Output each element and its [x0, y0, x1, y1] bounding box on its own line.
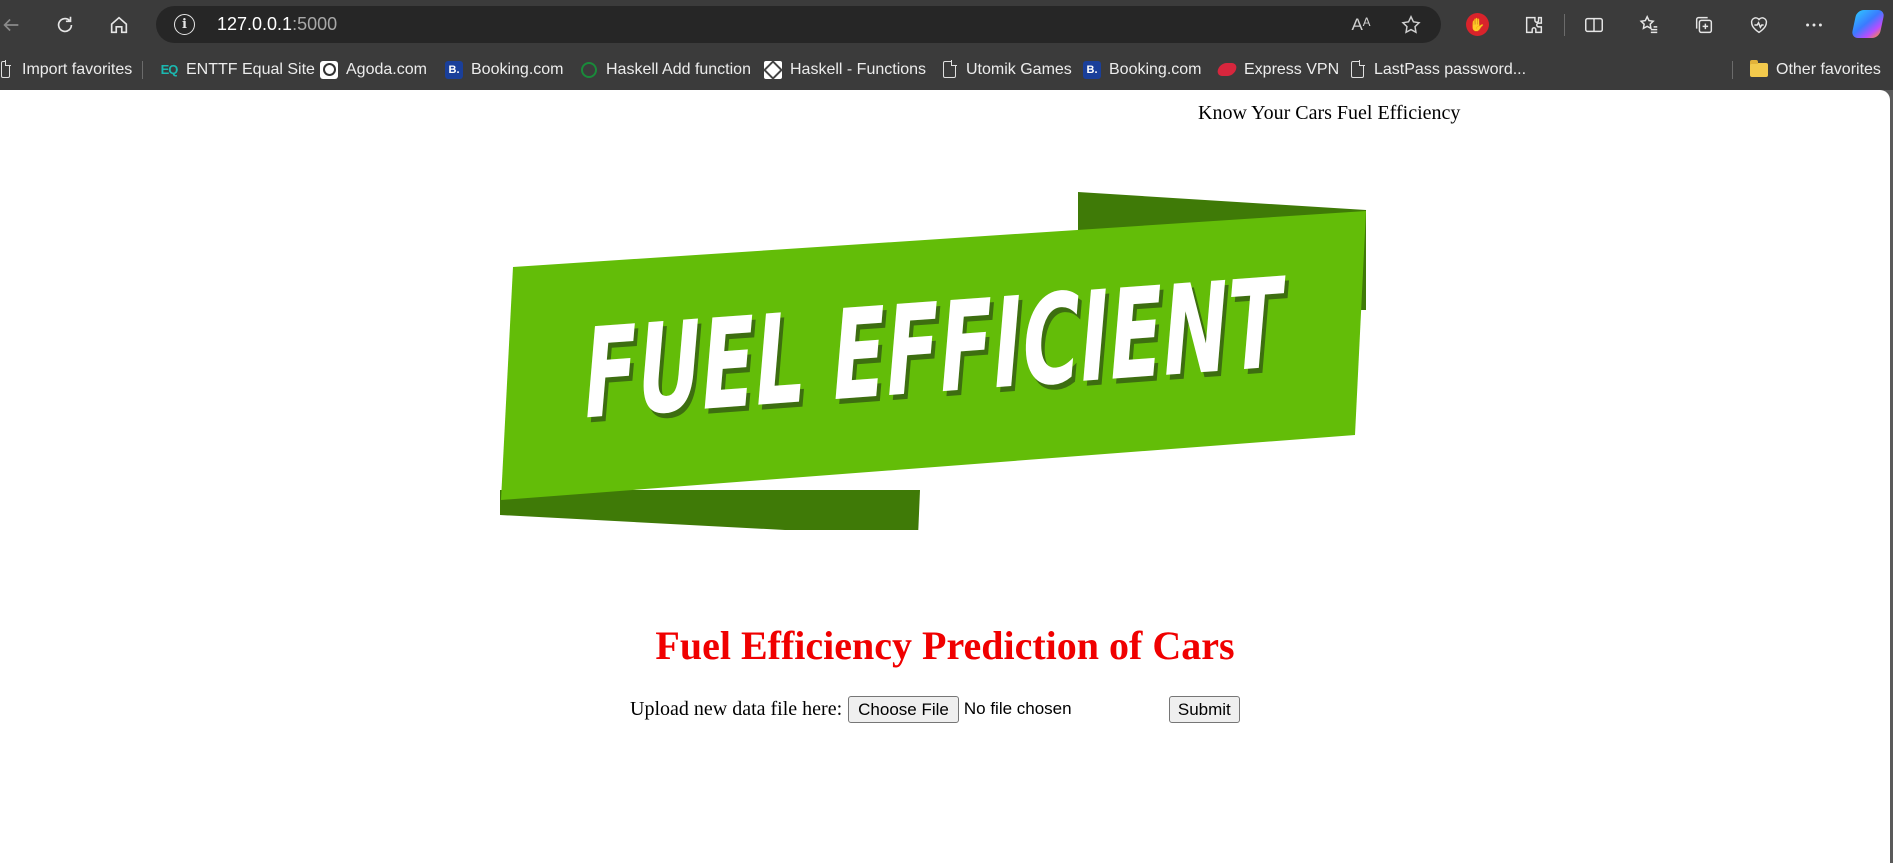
- bookmark-separator: [142, 61, 143, 79]
- bookmark-import-favorites[interactable]: Import favorites: [0, 49, 132, 90]
- bookmark-label: Agoda.com: [346, 60, 427, 78]
- bookmark-booking-2[interactable]: B. Booking.com: [1083, 49, 1202, 90]
- bookmark-label: Express VPN: [1244, 60, 1340, 78]
- bookmark-label: Booking.com: [1109, 60, 1202, 78]
- eq-icon: EQ: [160, 61, 179, 79]
- refresh-icon[interactable]: [48, 8, 82, 42]
- page-viewport: Know Your Cars Fuel Efficiency FUEL EFFI…: [0, 90, 1890, 863]
- bookmark-label: Import favorites: [22, 60, 133, 78]
- site-info-icon[interactable]: i: [174, 14, 195, 35]
- bookmark-lastpass[interactable]: LastPass password...: [1348, 49, 1526, 90]
- booking-icon-text: B.: [1083, 60, 1101, 79]
- bookmark-haskell-functions[interactable]: Haskell - Functions: [764, 49, 926, 90]
- banner-ribbon-back-left: [500, 490, 920, 530]
- browser-toolbar: i 127.0.0.1:5000 Aᴬ ✋: [0, 0, 1893, 49]
- haskell-icon: [580, 61, 598, 79]
- page-title: Fuel Efficiency Prediction of Cars: [655, 623, 1235, 668]
- haskell-icon: [764, 60, 782, 79]
- eq-icon-text: EQ: [160, 62, 179, 77]
- bookmark-label: ENTTF Equal Site: [186, 60, 315, 78]
- back-icon[interactable]: [0, 8, 28, 42]
- collections-icon[interactable]: [1687, 8, 1721, 42]
- url-port: :5000: [292, 14, 338, 34]
- bookmark-label: Haskell - Functions: [790, 60, 927, 78]
- url-host: 127.0.0.1: [217, 14, 293, 34]
- bookmark-haskell-add-function[interactable]: Haskell Add function: [580, 49, 751, 90]
- booking-icon: B.: [445, 60, 463, 79]
- bookmark-label: Utomik Games: [966, 60, 1072, 78]
- fuel-efficient-banner: FUEL EFFICIENT FUEL EFFICIENT: [500, 192, 1366, 530]
- agoda-icon: [320, 60, 338, 79]
- bookmark-enttf-equal-site[interactable]: EQ ENTTF Equal Site: [160, 49, 315, 90]
- ad-block-extension-icon[interactable]: ✋: [1466, 13, 1489, 36]
- file-status-text: No file chosen: [963, 699, 1072, 718]
- bookmark-label: LastPass password...: [1374, 60, 1527, 78]
- bookmark-utomik-games[interactable]: Utomik Games: [940, 49, 1072, 90]
- browser-essentials-icon[interactable]: [1742, 8, 1776, 42]
- favorites-icon[interactable]: [1632, 8, 1666, 42]
- favorite-star-icon[interactable]: [1398, 12, 1424, 38]
- submit-button[interactable]: Submit: [1168, 695, 1240, 723]
- bookmark-booking-1[interactable]: B. Booking.com: [445, 49, 564, 90]
- address-bar[interactable]: i 127.0.0.1:5000 Aᴬ: [156, 6, 1441, 43]
- booking-icon: B.: [1083, 60, 1101, 79]
- page-icon: [940, 60, 958, 79]
- bookmarks-bar: Import favorites EQ ENTTF Equal Site Ago…: [0, 49, 1893, 90]
- more-options-icon[interactable]: [1797, 8, 1831, 42]
- copilot-icon[interactable]: [1851, 10, 1885, 38]
- bookmark-express-vpn[interactable]: Express VPN: [1215, 49, 1340, 90]
- extensions-icon[interactable]: [1517, 8, 1551, 42]
- bookmark-label: Haskell Add function: [606, 60, 751, 78]
- import-icon: [0, 60, 14, 79]
- upload-form: Upload new data file here: Choose File N…: [630, 694, 1240, 724]
- page-icon: [1348, 60, 1366, 79]
- folder-icon: [1750, 59, 1768, 79]
- upload-label: Upload new data file here:: [630, 697, 843, 720]
- home-icon[interactable]: [102, 8, 136, 42]
- bookmark-label: Booking.com: [471, 60, 564, 78]
- split-screen-icon[interactable]: [1577, 8, 1611, 42]
- bookmark-separator: [1732, 61, 1733, 79]
- choose-file-button[interactable]: Choose File: [848, 695, 959, 723]
- toolbar-divider: [1564, 14, 1565, 36]
- bookmark-label: Other favorites: [1776, 60, 1881, 78]
- vpn-icon: [1215, 61, 1239, 79]
- bookmark-other-favorites[interactable]: Other favorites: [1750, 49, 1881, 90]
- url-text[interactable]: 127.0.0.1:5000: [217, 6, 337, 43]
- read-aloud-label: Aᴬ: [1351, 15, 1371, 34]
- bookmark-agoda[interactable]: Agoda.com: [320, 49, 427, 90]
- page-top-heading: Know Your Cars Fuel Efficiency: [1198, 102, 1461, 124]
- read-aloud-icon[interactable]: Aᴬ: [1348, 12, 1374, 38]
- booking-icon-text: B.: [445, 60, 463, 79]
